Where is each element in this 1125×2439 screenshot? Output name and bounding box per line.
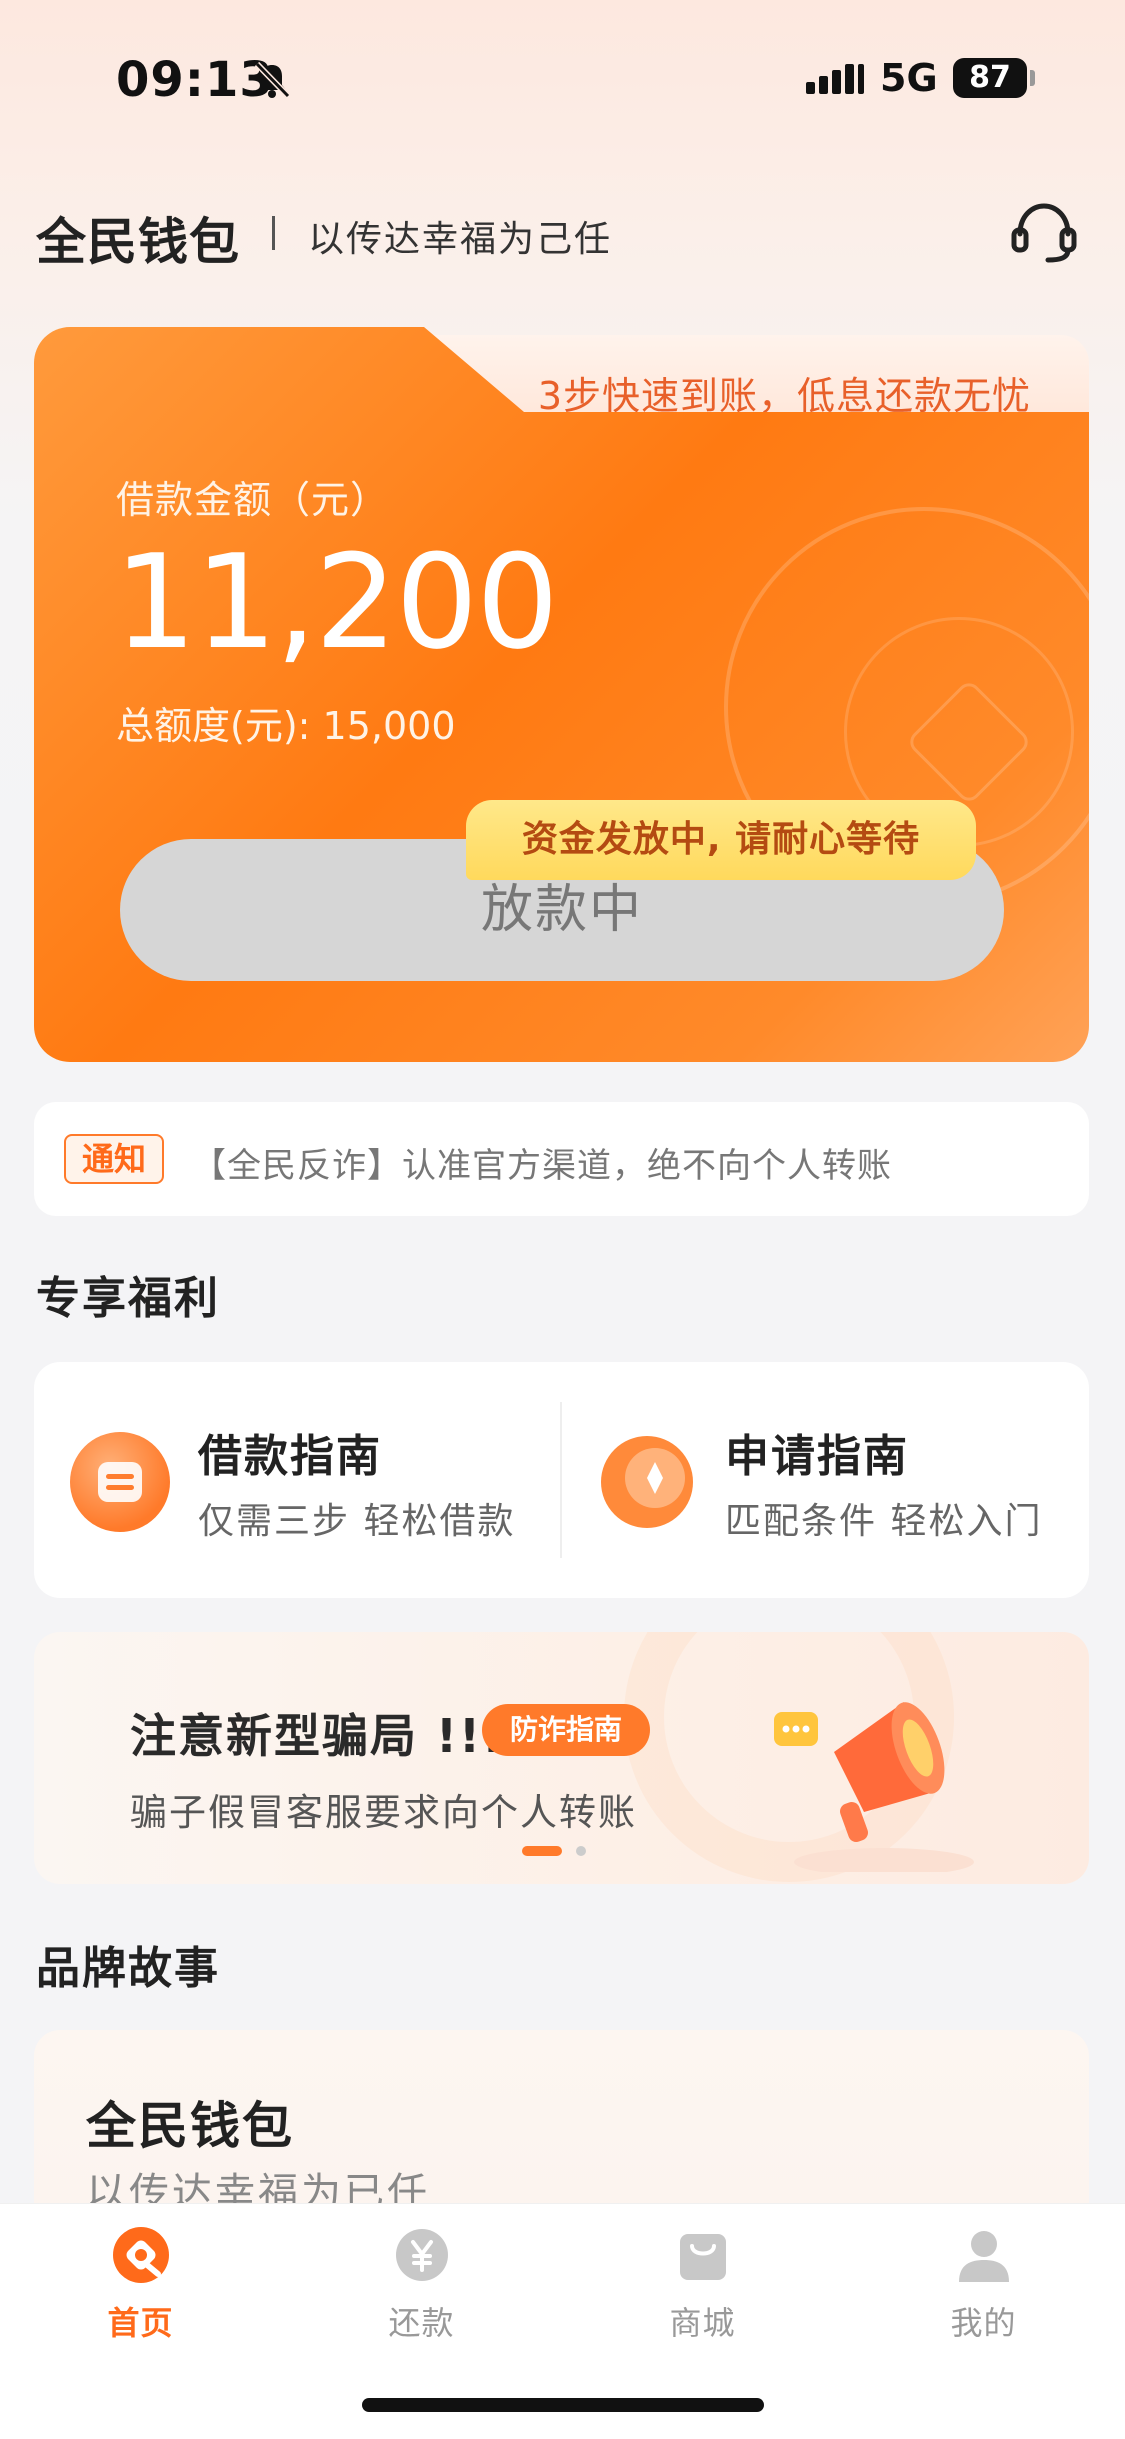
loan-guide-item[interactable]: 借款指南 仅需三步 轻松借款 bbox=[34, 1362, 561, 1598]
home-icon bbox=[112, 2227, 169, 2283]
battery-icon bbox=[1030, 70, 1035, 86]
repay-icon bbox=[395, 2229, 448, 2281]
apply-guide-icon bbox=[601, 1436, 693, 1528]
benefits-card: 借款指南 仅需三步 轻松借款 申请指南 匹配条件 轻松入门 bbox=[34, 1362, 1089, 1598]
anti-fraud-guide-tag[interactable]: 防诈指南 bbox=[482, 1704, 650, 1756]
benefit-title: 申请指南 bbox=[725, 1431, 909, 1482]
story-title: 全民钱包 bbox=[86, 2097, 294, 2155]
home-indicator[interactable] bbox=[362, 2398, 764, 2412]
status-bar: 09:13 5G 87 bbox=[0, 52, 1125, 112]
apply-guide-item[interactable]: 申请指南 匹配条件 轻松入门 bbox=[561, 1362, 1088, 1598]
tab-mall[interactable]: 商城 bbox=[562, 2224, 843, 2344]
notice-tag: 通知 bbox=[64, 1134, 164, 1184]
app-screen: 09:13 5G 87 全民钱包 以传达幸福为己任 3步快速到账，低息还款无忧 bbox=[0, 0, 1125, 2439]
pagination-dot-active bbox=[522, 1846, 562, 1856]
banner-title: 注意新型骗局 !!! bbox=[130, 1709, 505, 1763]
profile-icon bbox=[958, 2231, 1009, 2282]
tab-label: 首页 bbox=[107, 2304, 174, 2342]
status-tip-bubble: 资金发放中, 请耐心等待 bbox=[466, 800, 976, 880]
benefit-subtitle: 匹配条件 轻松入门 bbox=[725, 1501, 1043, 1542]
anti-fraud-banner[interactable]: 注意新型骗局 !!! 防诈指南 骗子假冒客服要求向个人转账 bbox=[34, 1632, 1089, 1884]
status-time: 09:13 bbox=[116, 52, 274, 108]
loan-amount: 11,200 bbox=[114, 526, 559, 678]
customer-service-icon[interactable] bbox=[1010, 200, 1078, 266]
signal-icon bbox=[806, 64, 864, 94]
benefit-subtitle: 仅需三步 轻松借款 bbox=[198, 1501, 516, 1542]
brand-name: 全民钱包 bbox=[36, 213, 240, 271]
banner-pagination bbox=[522, 1846, 602, 1858]
silent-bell-icon bbox=[254, 61, 291, 99]
megaphone-icon bbox=[774, 1702, 974, 1872]
network-type: 5G bbox=[880, 56, 938, 100]
battery-level: 87 bbox=[953, 58, 1027, 98]
pagination-dot[interactable] bbox=[576, 1846, 586, 1856]
tab-label: 还款 bbox=[388, 2304, 455, 2342]
card-tab-text: 3步快速到账，低息还款无忧 bbox=[537, 374, 1031, 418]
brand-story-section-title: 品牌故事 bbox=[36, 1943, 220, 1994]
tab-repay[interactable]: 还款 bbox=[281, 2224, 562, 2344]
tab-label: 商城 bbox=[669, 2304, 736, 2342]
tab-home[interactable]: 首页 bbox=[0, 2224, 281, 2344]
brand-slogan: 以传达幸福为己任 bbox=[308, 219, 613, 260]
tab-profile[interactable]: 我的 bbox=[843, 2224, 1124, 2344]
banner-subtitle: 骗子假冒客服要求向个人转账 bbox=[130, 1791, 637, 1834]
notice-text: 【全民反诈】认准官方渠道，绝不向个人转账 bbox=[192, 1146, 892, 1186]
header-divider bbox=[272, 216, 275, 250]
benefit-title: 借款指南 bbox=[198, 1431, 382, 1482]
benefits-section-title: 专享福利 bbox=[36, 1273, 220, 1324]
amount-label: 借款金额（元） bbox=[116, 478, 390, 522]
tab-label: 我的 bbox=[950, 2304, 1017, 2342]
loan-guide-icon bbox=[70, 1432, 170, 1532]
notice-bar[interactable]: 通知 【全民反诈】认准官方渠道，绝不向个人转账 bbox=[34, 1102, 1089, 1216]
mall-icon bbox=[679, 2234, 726, 2280]
total-limit: 总额度(元): 15,000 bbox=[116, 704, 456, 748]
loan-card: 3步快速到账，低息还款无忧 借款金额（元） 11,200 总额度(元): 15,… bbox=[34, 327, 1089, 1062]
